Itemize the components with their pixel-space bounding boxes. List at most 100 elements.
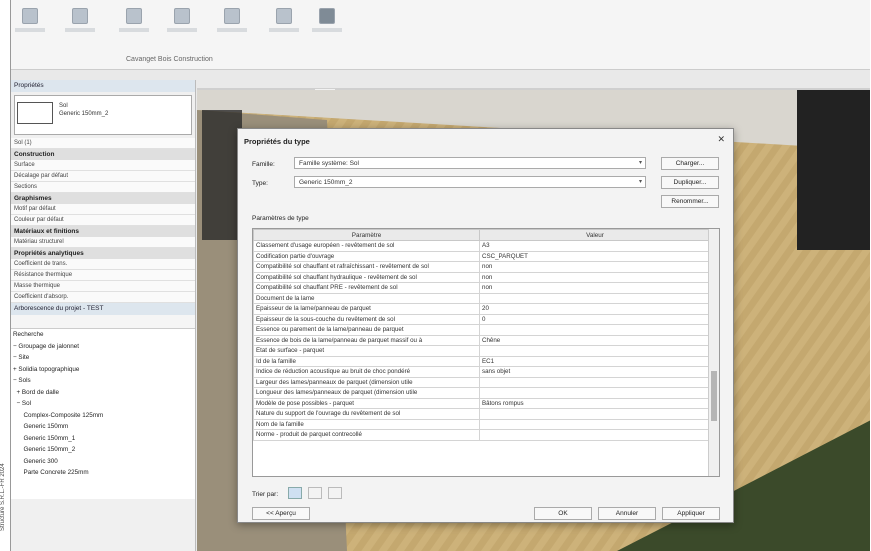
- table-row[interactable]: Etat de surface - parquet: [253, 345, 711, 357]
- value-cell[interactable]: [479, 376, 711, 388]
- property-row[interactable]: Sections: [11, 182, 195, 193]
- tree-item[interactable]: + Bord de dalle: [13, 389, 193, 401]
- value-cell[interactable]: [479, 408, 711, 420]
- ribbon-button-6[interactable]: [269, 8, 299, 46]
- value-cell[interactable]: [479, 429, 711, 441]
- tree-item[interactable]: − Groupage de jalonnet: [13, 343, 193, 355]
- value-cell[interactable]: non: [479, 282, 711, 294]
- value-cell[interactable]: [479, 418, 711, 430]
- cancel-button[interactable]: Annuler: [598, 507, 656, 520]
- parameter-cell: Longueur des lames/panneaux de parquet (…: [253, 387, 480, 399]
- table-row[interactable]: Id de la famille EC1: [253, 355, 711, 367]
- type-parameters-grid[interactable]: Paramètre Valeur Classement d'usage euro…: [252, 228, 720, 477]
- value-cell[interactable]: [479, 345, 711, 357]
- load-button[interactable]: Charger...: [661, 157, 719, 170]
- family-label: Famille:: [252, 161, 275, 168]
- preview-button[interactable]: << Aperçu: [252, 507, 310, 520]
- tree-item[interactable]: − Sols: [13, 377, 193, 389]
- table-row[interactable]: Compatibilité sol chauffant PRE - revête…: [253, 282, 711, 294]
- tree-item[interactable]: Parte Concrete 225mm: [13, 469, 193, 481]
- table-row[interactable]: Longueur des lames/panneaux de parquet (…: [253, 387, 711, 399]
- table-row[interactable]: Norme - produit de parquet contrecollé: [253, 429, 711, 441]
- table-row[interactable]: Nature du support de l'ouvrage du revête…: [253, 408, 711, 420]
- table-row[interactable]: Essence de bois de la lame/panneau de pa…: [253, 334, 711, 346]
- tree-item[interactable]: Recherche: [13, 331, 193, 343]
- tree-item[interactable]: Generic 150mm: [13, 423, 193, 435]
- value-cell[interactable]: [479, 387, 711, 399]
- parameter-cell: Modèle de pose possibles - parquet: [253, 397, 480, 409]
- value-cell[interactable]: 20: [479, 303, 711, 315]
- table-row[interactable]: Compatibilité sol chauffant et rafraîchi…: [253, 261, 711, 273]
- ribbon-button-7[interactable]: [312, 8, 342, 46]
- parameter-cell: Indice de réduction acoustique au bruit …: [253, 366, 480, 378]
- table-row[interactable]: Indice de réduction acoustique au bruit …: [253, 366, 711, 378]
- project-browser-toolbar[interactable]: [11, 315, 195, 329]
- property-row[interactable]: Sol (1): [11, 138, 195, 149]
- table-row[interactable]: Epaisseur de la lame/panneau de parquet 2…: [253, 303, 711, 315]
- revit-window: Cavanget Bois Construction Propriétés So…: [10, 0, 870, 551]
- type-name-type: Generic 150mm_2: [59, 111, 109, 117]
- grid-scrollbar[interactable]: [708, 229, 719, 476]
- value-cell[interactable]: 0: [479, 313, 711, 325]
- value-cell[interactable]: non: [479, 261, 711, 273]
- value-cell[interactable]: A3: [479, 240, 711, 252]
- close-icon[interactable]: ✕: [717, 134, 725, 145]
- scrollbar-thumb[interactable]: [711, 371, 717, 421]
- ribbon-button-3[interactable]: [119, 8, 149, 46]
- table-row[interactable]: Codification partie d'ouvrage CSC_PARQUET: [253, 250, 711, 262]
- ribbon-button-2[interactable]: [65, 8, 95, 46]
- tree-item[interactable]: Generic 150mm_1: [13, 435, 193, 447]
- type-select[interactable]: Generic 150mm_2 ▾: [294, 176, 646, 188]
- value-cell[interactable]: non: [479, 271, 711, 283]
- sort-ascending-icon[interactable]: [308, 487, 322, 499]
- property-section[interactable]: Propriétés analytiques: [11, 248, 195, 259]
- ribbon-button-4[interactable]: [167, 8, 197, 46]
- type-selector[interactable]: Sol Generic 150mm_2: [14, 95, 192, 135]
- property-row[interactable]: Coefficient d'absorp.: [11, 292, 195, 303]
- tree-item[interactable]: − Site: [13, 354, 193, 366]
- property-row[interactable]: Matériau structurel: [11, 237, 195, 248]
- tree-item[interactable]: + Solidia topographique: [13, 366, 193, 378]
- property-row[interactable]: Masse thermique: [11, 281, 195, 292]
- sort-tree-icon[interactable]: [288, 487, 302, 499]
- value-cell[interactable]: [479, 292, 711, 304]
- table-row[interactable]: Nom de la famille: [253, 418, 711, 430]
- ribbon-button-5[interactable]: [217, 8, 247, 46]
- sort-descending-icon[interactable]: [328, 487, 342, 499]
- property-section[interactable]: Graphismes: [11, 193, 195, 204]
- table-row[interactable]: Largeur des lames/panneaux de parquet (d…: [253, 376, 711, 388]
- table-row[interactable]: Epaisseur de la sous-couche du revêtemen…: [253, 313, 711, 325]
- table-row[interactable]: Modèle de pose possibles - parquet Bâtons…: [253, 397, 711, 409]
- table-row[interactable]: Classement d'usage européen - revêtement…: [253, 240, 711, 252]
- property-section[interactable]: Matériaux et finitions: [11, 226, 195, 237]
- value-cell[interactable]: Chêne: [479, 334, 711, 346]
- rename-button[interactable]: Renommer...: [661, 195, 719, 208]
- duplicate-button[interactable]: Dupliquer...: [661, 176, 719, 189]
- property-row[interactable]: Couleur par défaut: [11, 215, 195, 226]
- property-row[interactable]: Résistance thermique: [11, 270, 195, 281]
- ribbon-button-1[interactable]: [15, 8, 45, 46]
- family-select[interactable]: Famille système: Sol ▾: [294, 157, 646, 169]
- value-cell[interactable]: CSC_PARQUET: [479, 250, 711, 262]
- property-row[interactable]: Décalage par défaut: [11, 171, 195, 182]
- tree-item[interactable]: − Sol: [13, 400, 193, 412]
- value-cell[interactable]: sans objet: [479, 366, 711, 378]
- table-row[interactable]: Document de la lame: [253, 292, 711, 304]
- value-cell[interactable]: [479, 324, 711, 336]
- tree-item[interactable]: Complex-Composite 125mm: [13, 412, 193, 424]
- ok-button[interactable]: OK: [534, 507, 592, 520]
- table-row[interactable]: Essence ou parement de la lame/panneau d…: [253, 324, 711, 336]
- property-row[interactable]: Motif par défaut: [11, 204, 195, 215]
- value-cell[interactable]: Bâtons rompus: [479, 397, 711, 409]
- value-cell[interactable]: EC1: [479, 355, 711, 367]
- table-row[interactable]: Compatibilité sol chauffant hydraulique …: [253, 271, 711, 283]
- property-section[interactable]: Construction: [11, 149, 195, 160]
- type-parameters-label: Paramètres de type: [252, 215, 309, 222]
- tree-item[interactable]: Generic 300: [13, 458, 193, 470]
- property-row[interactable]: Surface: [11, 160, 195, 171]
- project-browser-tree: Recherche − Groupage de jalonnet − Site + S…: [11, 329, 195, 499]
- apply-button[interactable]: Appliquer: [662, 507, 720, 520]
- property-row[interactable]: Coefficient de trans.: [11, 259, 195, 270]
- tree-item[interactable]: Generic 150mm_2: [13, 446, 193, 458]
- chevron-down-icon: ▾: [638, 160, 642, 166]
